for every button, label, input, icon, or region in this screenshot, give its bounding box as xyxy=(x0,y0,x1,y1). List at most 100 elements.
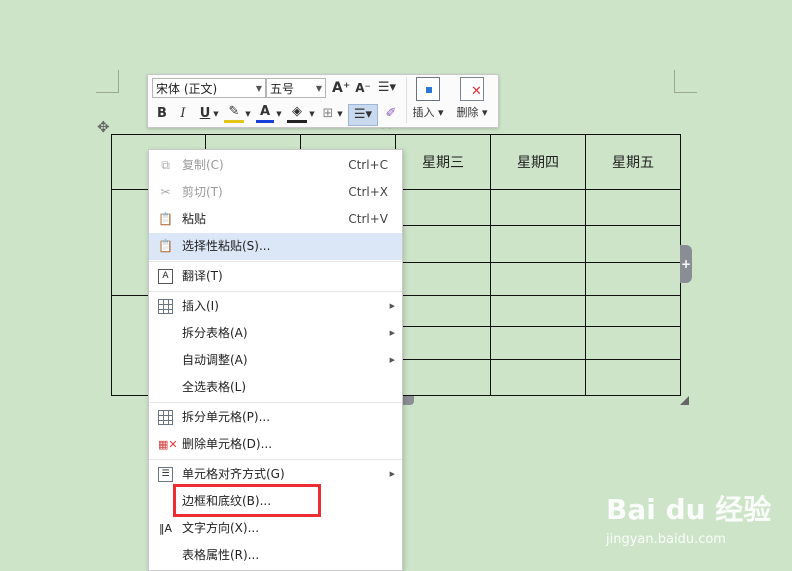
menu-label: 剪切(T) xyxy=(182,185,223,199)
paste-special-icon: 📋 xyxy=(158,239,173,253)
crop-mark-top-left xyxy=(96,70,119,93)
table-cell[interactable] xyxy=(395,262,491,296)
format-painter-icon[interactable]: ✐ xyxy=(382,104,400,124)
annotation-highlight-box xyxy=(173,484,321,517)
floating-format-toolbar: 宋体 (正文) ▼ 五号 ▼ A⁺ A⁻ ☰▾ B I U ▼ ✎ ▼ A ▼ … xyxy=(147,74,499,128)
font-name-value: 宋体 (正文) xyxy=(156,82,218,96)
table-cell[interactable] xyxy=(585,326,681,360)
menu-item-select-table[interactable]: 全选表格(L) xyxy=(149,374,402,401)
menu-item-paste[interactable]: 📋 粘贴 Ctrl+V xyxy=(149,206,402,233)
menu-label: 拆分表格(A) xyxy=(182,326,248,340)
table-cell[interactable] xyxy=(585,262,681,296)
font-size-value: 五号 xyxy=(270,82,295,96)
table-cell[interactable] xyxy=(585,225,681,263)
add-column-icon[interactable]: + xyxy=(680,245,692,283)
menu-item-copy[interactable]: ⧉ 复制(C) Ctrl+C xyxy=(149,152,402,179)
chevron-down-icon[interactable]: ▼ xyxy=(244,104,252,124)
table-cell[interactable] xyxy=(490,295,586,327)
table-cell[interactable] xyxy=(490,359,586,396)
submenu-arrow-icon: ▶ xyxy=(389,470,395,478)
chevron-down-icon[interactable]: ▼ xyxy=(308,104,316,124)
delete-table-icon: ✕ xyxy=(460,77,484,101)
table-cell[interactable] xyxy=(585,189,681,226)
table-cell[interactable] xyxy=(490,262,586,296)
table-cell[interactable] xyxy=(395,189,491,226)
menu-label: 复制(C) xyxy=(182,158,224,172)
menu-item-insert[interactable]: 插入(I) ▶ xyxy=(149,293,402,320)
table-cell[interactable] xyxy=(395,326,491,360)
copy-icon: ⧉ xyxy=(161,158,170,172)
menu-shortcut: Ctrl+V xyxy=(348,212,388,226)
delete-label: 删除 xyxy=(456,106,479,119)
table-resize-handle[interactable] xyxy=(680,396,689,405)
bold-button[interactable]: B xyxy=(154,104,170,124)
text-direction-icon: ‖A xyxy=(158,522,173,535)
table-header-cell[interactable]: 星期三 xyxy=(395,134,491,190)
border-icon[interactable]: ⊞ xyxy=(320,104,336,124)
menu-item-delete-cells[interactable]: ▦✕ 删除单元格(D)... xyxy=(149,431,402,458)
menu-label: 插入(I) xyxy=(182,299,219,313)
table-cell[interactable] xyxy=(395,225,491,263)
line-spacing-button[interactable]: ☰▾ xyxy=(375,78,399,98)
submenu-arrow-icon: ▶ xyxy=(389,302,395,310)
table-move-icon[interactable]: ✥ xyxy=(97,120,110,135)
table-insert-button[interactable]: 插入 ▾ xyxy=(408,77,448,120)
insert-table-icon xyxy=(416,77,440,101)
menu-label: 粘贴 xyxy=(182,212,207,226)
menu-label: 删除单元格(D)... xyxy=(182,437,273,451)
shading-bucket-icon[interactable]: ◈ xyxy=(287,104,307,123)
shrink-font-button[interactable]: A⁻ xyxy=(354,78,372,98)
table-cell[interactable] xyxy=(395,295,491,327)
crop-mark-top-right xyxy=(674,70,697,93)
menu-item-auto-fit[interactable]: 自动调整(A) ▶ xyxy=(149,347,402,374)
toolbar-divider xyxy=(406,77,407,123)
font-size-select[interactable]: 五号 ▼ xyxy=(266,78,326,98)
menu-divider xyxy=(149,291,402,292)
table-cell[interactable] xyxy=(585,295,681,327)
menu-shortcut: Ctrl+C xyxy=(348,158,388,172)
menu-item-split-cells[interactable]: 拆分单元格(P)... xyxy=(149,404,402,431)
watermark-url: jingyan.baidu.com xyxy=(606,532,726,547)
table-header-cell[interactable]: 星期四 xyxy=(490,134,586,190)
menu-item-cut[interactable]: ✂ 剪切(T) Ctrl+X xyxy=(149,179,402,206)
menu-item-paste-special[interactable]: 📋 选择性粘贴(S)... xyxy=(149,233,402,260)
chevron-down-icon[interactable]: ▼ xyxy=(336,104,344,124)
menu-label: 自动调整(A) xyxy=(182,353,248,367)
submenu-arrow-icon: ▶ xyxy=(389,356,395,364)
font-color-button[interactable]: A xyxy=(256,104,274,123)
table-cell[interactable] xyxy=(490,189,586,226)
watermark-logo-text: Bai du 经验 xyxy=(606,493,772,526)
table-delete-button[interactable]: ✕ 删除 ▾ xyxy=(452,77,492,120)
menu-label: 表格属性(R)... xyxy=(182,548,260,562)
chevron-down-icon: ▼ xyxy=(255,84,262,93)
table-cell[interactable] xyxy=(585,359,681,396)
menu-label: 翻译(T) xyxy=(182,269,223,283)
menu-item-split-table[interactable]: 拆分表格(A) ▶ xyxy=(149,320,402,347)
menu-item-table-properties[interactable]: 表格属性(R)... xyxy=(149,542,402,569)
scissors-icon: ✂ xyxy=(160,185,171,199)
table-insert-icon xyxy=(158,299,173,314)
paste-icon: 📋 xyxy=(158,212,173,226)
chevron-down-icon[interactable]: ▼ xyxy=(212,104,220,124)
chevron-down-icon: ▼ xyxy=(315,84,322,93)
underline-button[interactable]: U xyxy=(197,104,213,124)
table-header-cell[interactable]: 星期五 xyxy=(585,134,681,190)
italic-button[interactable]: I xyxy=(176,104,190,124)
highlight-pen-icon[interactable]: ✎ xyxy=(224,104,244,123)
table-cell[interactable] xyxy=(395,359,491,396)
table-cell[interactable] xyxy=(490,326,586,360)
cell-align-icon: ☰ xyxy=(158,467,173,482)
align-button[interactable]: ☰▾ xyxy=(348,104,378,126)
menu-item-translate[interactable]: A 翻译(T) xyxy=(149,263,402,290)
chevron-down-icon[interactable]: ▼ xyxy=(275,104,283,124)
grow-font-button[interactable]: A⁺ xyxy=(332,78,350,98)
insert-label: 插入 xyxy=(412,106,435,119)
table-cell[interactable] xyxy=(490,225,586,263)
menu-divider xyxy=(149,261,402,262)
font-name-select[interactable]: 宋体 (正文) ▼ xyxy=(152,78,266,98)
menu-divider xyxy=(149,459,402,460)
submenu-arrow-icon: ▶ xyxy=(389,329,395,337)
menu-divider xyxy=(149,402,402,403)
menu-item-text-direction[interactable]: ‖A 文字方向(X)... xyxy=(149,515,402,542)
delete-cells-icon: ▦✕ xyxy=(158,438,178,451)
